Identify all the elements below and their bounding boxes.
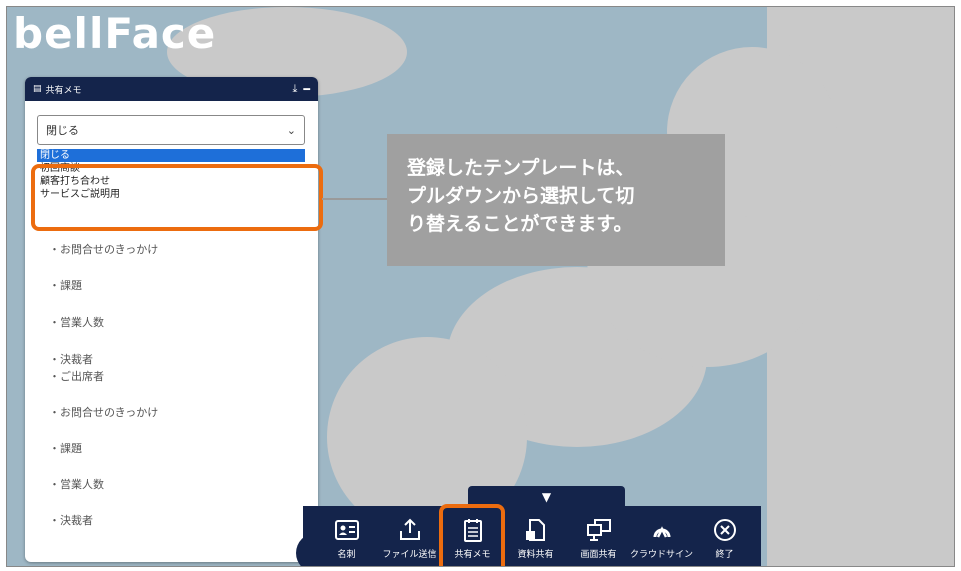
callout-line: り替えることができます。 — [407, 213, 633, 235]
toolbar-screen-share[interactable]: 画面共有 — [567, 508, 630, 566]
callout-box: 登録したテンプレートは、 プルダウンから選択して切 り替えることができます。 — [387, 134, 725, 266]
download-icon[interactable]: ⤓ — [293, 82, 298, 96]
memo-line: ・課題 — [49, 279, 82, 292]
shared-memo-panel: ▤ 共有メモ ⤓ ━ 閉じる ⌄ 閉じる 初回商談 顧客打ち合わせ サービスご説… — [25, 77, 318, 562]
minimize-icon[interactable]: ━ — [303, 83, 310, 96]
toolbar-document-share[interactable]: 資料共有 — [504, 508, 567, 566]
memo-line: ・決裁者 — [49, 353, 93, 366]
toolbar-file-send[interactable]: ファイル送信 — [378, 508, 441, 566]
bottom-toolbar: 名刺 ファイル送信 共有メモ 資料共有 画面共有 クラウドサイン 終了 — [303, 506, 761, 566]
triangle-down-icon: ▼ — [541, 490, 552, 504]
close-circle-icon — [713, 518, 736, 541]
template-select-value: 閉じる — [46, 124, 79, 137]
screenshot-frame: bellFace ▤ 共有メモ ⤓ ━ 閉じる ⌄ 閉じる 初回商談 顧客打ち合… — [6, 6, 955, 567]
memo-line: ・課題 — [49, 442, 82, 455]
memo-line: ・営業人数 — [49, 478, 104, 491]
document-share-icon — [525, 518, 545, 541]
template-select[interactable]: 閉じる ⌄ — [37, 115, 305, 145]
memo-line: ・ご出席者 — [49, 370, 104, 383]
toolbar-business-card[interactable]: 名刺 — [315, 508, 378, 566]
callout-line: 登録したテンプレートは、 — [407, 157, 635, 179]
dropdown-option[interactable]: 閉じる — [37, 149, 305, 162]
business-card-icon — [334, 519, 359, 540]
callout-connector — [322, 198, 388, 200]
memo-line: ・お問合せのきっかけ — [49, 406, 159, 419]
toolbar-label: 資料共有 — [517, 549, 554, 560]
bellface-logo: bellFace — [13, 9, 217, 58]
toolbar-label: ファイル送信 — [382, 549, 437, 560]
callout-line: プルダウンから選択して切 — [407, 185, 635, 207]
toolbar-label: 画面共有 — [580, 549, 617, 560]
memo-line: ・決裁者 — [49, 514, 93, 527]
toolbar-label: 終了 — [715, 549, 734, 560]
toolbar-label: クラウドサイン — [630, 549, 694, 560]
memo-icon: ▤ — [33, 84, 42, 94]
memo-line: ・営業人数 — [49, 316, 104, 329]
upload-icon — [399, 518, 420, 540]
toolbar-cloudsign[interactable]: クラウドサイン — [630, 508, 694, 566]
memo-button-highlight — [439, 504, 505, 566]
chevron-down-icon: ⌄ — [286, 123, 296, 137]
memo-header: ▤ 共有メモ ⤓ ━ — [25, 77, 318, 101]
memo-title: 共有メモ — [45, 85, 82, 96]
toolbar-label: 名刺 — [337, 549, 356, 560]
screen-share-icon — [586, 518, 611, 541]
cloudsign-icon — [653, 525, 670, 538]
dropdown-highlight — [31, 164, 323, 231]
memo-line: ・お問合せのきっかけ — [49, 243, 159, 256]
toolbar-end[interactable]: 終了 — [693, 508, 756, 566]
